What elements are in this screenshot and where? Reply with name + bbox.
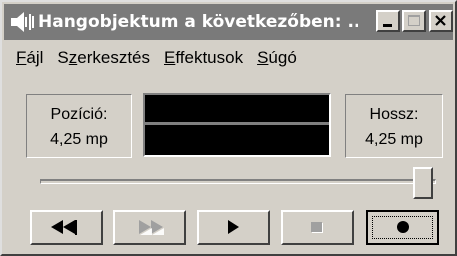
length-value: 4,25 mp — [365, 131, 423, 148]
close-button[interactable] — [429, 10, 453, 32]
position-label: Pozíció: — [50, 106, 108, 123]
play-icon — [228, 220, 239, 234]
record-button[interactable] — [366, 210, 439, 245]
length-label: Hossz: — [369, 106, 419, 123]
position-value: 4,25 mp — [50, 131, 108, 148]
fast-forward-icon — [139, 220, 164, 235]
stop-button[interactable] — [281, 210, 354, 245]
menu-edit[interactable]: Szerkesztés — [55, 48, 152, 68]
waveform-display — [143, 93, 331, 157]
waveform-line — [145, 122, 329, 125]
play-button[interactable] — [197, 210, 270, 245]
title-bar[interactable]: Hangobjektum a következőben: ... — [4, 4, 453, 40]
seek-slider-thumb[interactable] — [413, 167, 433, 199]
stop-icon — [311, 222, 323, 233]
menu-bar: Fájl Szerkesztés Effektusok Súgó — [4, 44, 453, 72]
maximize-icon — [408, 15, 420, 26]
length-panel: Hossz: 4,25 mp — [345, 94, 443, 158]
rewind-icon — [51, 220, 77, 235]
window-title: Hangobjektum a következőben: ... — [38, 12, 358, 32]
speaker-icon[interactable] — [8, 8, 36, 36]
menu-help[interactable]: Súgó — [255, 48, 299, 68]
minimize-icon — [383, 24, 392, 27]
close-icon — [435, 15, 446, 26]
seek-slider-track[interactable] — [40, 179, 436, 184]
sound-recorder-window: Hangobjektum a következőben: ... Fájl Sz… — [0, 0, 457, 256]
record-icon — [397, 221, 409, 233]
maximize-button[interactable] — [402, 10, 426, 32]
minimize-button[interactable] — [376, 10, 400, 32]
fast-forward-button[interactable] — [113, 210, 186, 245]
menu-effects[interactable]: Effektusok — [162, 48, 245, 68]
menu-file[interactable]: Fájl — [14, 48, 45, 68]
position-panel: Pozíció: 4,25 mp — [26, 94, 132, 158]
rewind-button[interactable] — [30, 210, 103, 245]
